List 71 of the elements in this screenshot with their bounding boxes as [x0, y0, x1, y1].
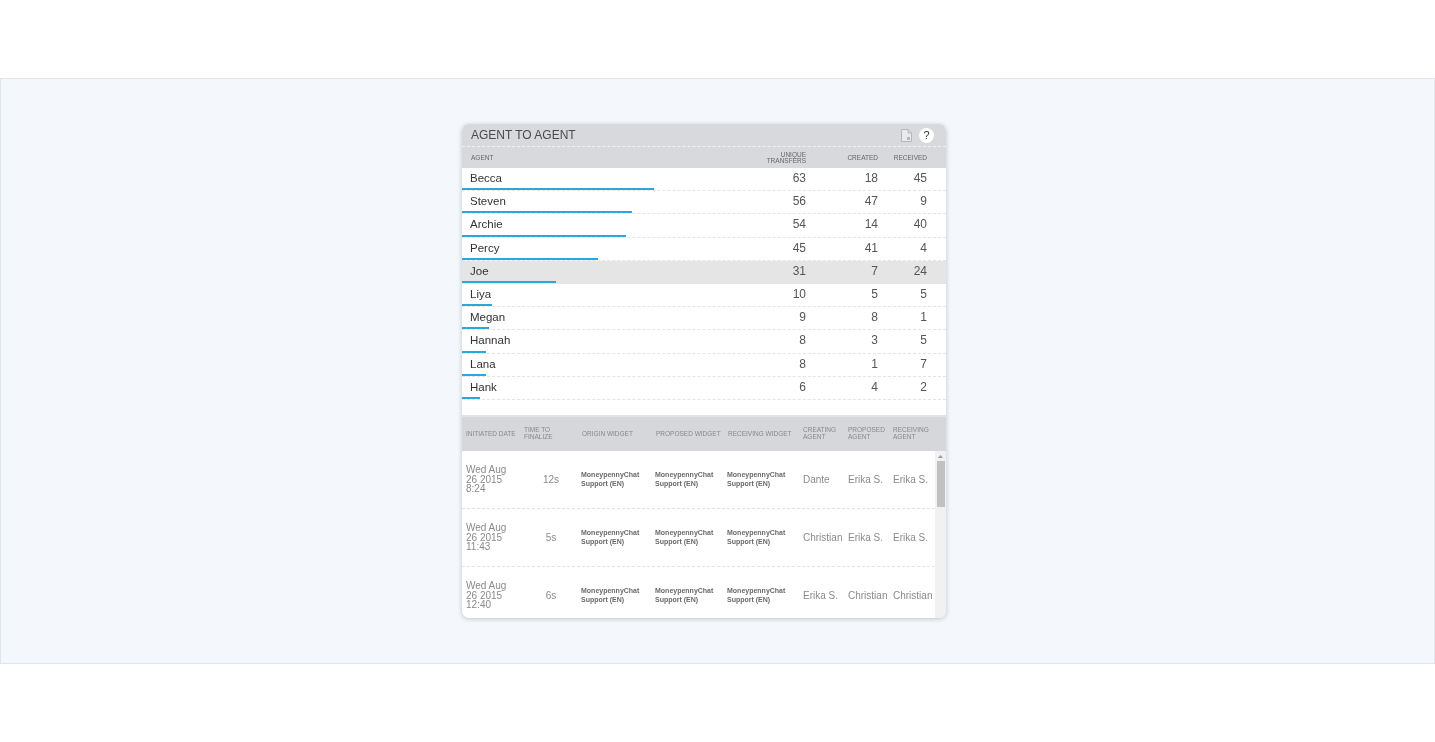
transfer-count: 8 — [798, 333, 806, 348]
agent-name: Steven — [470, 195, 507, 208]
agent-row[interactable]: Archie 54 14 40 — [462, 214, 946, 238]
agent-row[interactable]: Steven 56 47 9 — [462, 191, 946, 215]
transfer-count: 10 — [791, 287, 806, 302]
time-to-finalize: 6s — [545, 589, 557, 601]
transfer-count: 63 — [791, 171, 806, 186]
received-count: 5 — [919, 333, 927, 348]
widget-title: AGENT TO AGENT — [471, 128, 577, 142]
created-count: 7 — [870, 263, 878, 278]
transfer-count: 45 — [791, 240, 806, 255]
agent-name: Erika S. — [892, 531, 929, 543]
help-button[interactable]: ? — [919, 127, 934, 143]
received-count: 24 — [912, 263, 927, 278]
agent-name: Erika S. — [802, 589, 839, 601]
agent-name: Christian — [892, 589, 934, 601]
initiated-date: Wed Aug 26 2015 11:43 — [465, 523, 508, 552]
received-count: 7 — [919, 356, 927, 371]
agent-row[interactable]: Percy 45 41 4 — [462, 237, 946, 261]
created-count: 1 — [870, 356, 878, 371]
time-to-finalize: 5s — [545, 531, 557, 543]
received-count: 4 — [919, 240, 927, 255]
created-count: 3 — [870, 333, 878, 348]
created-count: 8 — [870, 310, 878, 325]
received-count: 9 — [919, 194, 927, 209]
agent-row[interactable]: Hank 6 4 2 — [462, 376, 946, 400]
transfer-count: 56 — [791, 194, 806, 209]
agent-name: Archie — [470, 218, 504, 231]
agent-name: Christian — [802, 531, 844, 543]
initiated-date: Wed Aug 26 2015 12:40 — [465, 581, 508, 610]
transfer-count: 8 — [798, 356, 806, 371]
received-count: 40 — [912, 217, 927, 232]
agent-name: Becca — [470, 172, 503, 185]
received-count: 2 — [919, 379, 927, 394]
scrollbar-thumb[interactable] — [936, 460, 945, 507]
agent-name: Percy — [470, 241, 501, 254]
agent-row[interactable]: Liya 10 5 5 — [462, 283, 946, 308]
agent-name: Erika S. — [847, 473, 884, 485]
created-count: 4 — [870, 379, 878, 394]
transfer-count: 31 — [791, 263, 806, 278]
created-count: 47 — [863, 194, 878, 209]
agent-row[interactable]: Megan 9 8 1 — [462, 307, 946, 331]
agent-name: Hank — [470, 380, 498, 393]
agent-row[interactable]: Hannah 8 3 5 — [462, 330, 946, 354]
received-count: 5 — [919, 287, 927, 302]
transfer-count: 9 — [798, 310, 806, 325]
transfer-count: 54 — [791, 217, 806, 232]
transfer-count: 6 — [798, 379, 806, 394]
created-count: 18 — [863, 171, 878, 186]
agent-name: Liya — [470, 288, 493, 301]
agent-row[interactable]: Lana 8 1 7 — [462, 353, 946, 377]
agent-name: Dante — [802, 473, 831, 485]
agent-name: Megan — [470, 311, 507, 324]
agent-name: Hannah — [470, 334, 512, 347]
agent-name: Joe — [470, 264, 490, 277]
agent-row[interactable]: Joe 31 7 24 — [462, 260, 946, 284]
created-count: 41 — [863, 240, 878, 255]
initiated-date: Wed Aug 26 2015 8:24 — [465, 465, 508, 494]
created-count: 14 — [863, 217, 878, 232]
agent-row[interactable]: Becca 63 18 45 — [462, 168, 946, 192]
agent-name: Christian — [847, 589, 889, 601]
created-count: 5 — [870, 287, 878, 302]
scroll-up-arrow-icon[interactable] — [938, 454, 943, 458]
received-count: 1 — [919, 310, 927, 325]
agent-name: Lana — [470, 357, 497, 370]
received-count: 45 — [912, 171, 927, 186]
agent-name: Erika S. — [847, 531, 884, 543]
document-icon[interactable] — [901, 128, 912, 142]
agent-name: Erika S. — [892, 473, 929, 485]
time-to-finalize: 12s — [542, 473, 560, 485]
scrollbar[interactable] — [935, 450, 946, 618]
